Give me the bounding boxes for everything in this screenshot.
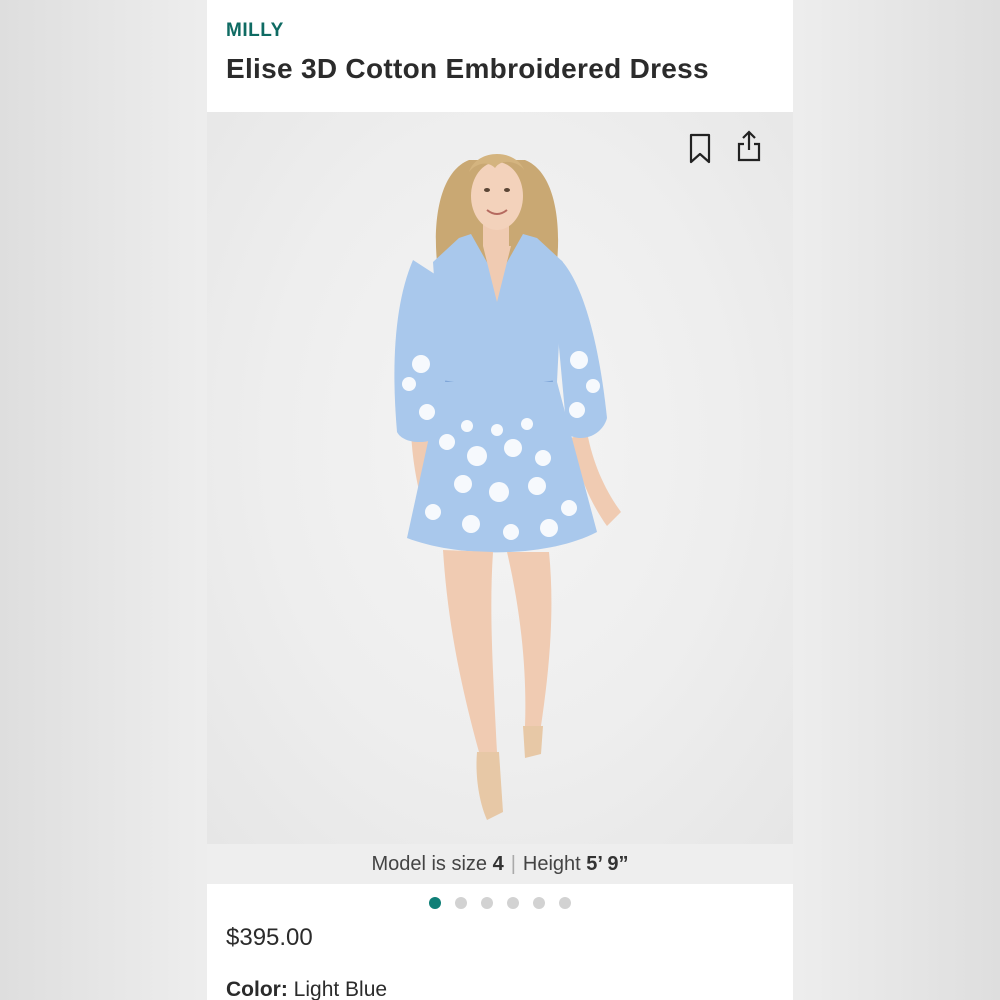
brand-name[interactable]: MILLY	[226, 20, 284, 42]
carousel-dot-1[interactable]	[429, 897, 441, 909]
bookmark-icon[interactable]	[689, 133, 711, 164]
color-value: Light Blue	[293, 978, 388, 1000]
carousel-dot-5[interactable]	[533, 897, 545, 909]
product-image-carousel[interactable]	[207, 112, 793, 844]
model-size-value: 4	[492, 852, 504, 875]
share-icon[interactable]	[737, 130, 761, 162]
product-image[interactable]	[207, 112, 793, 844]
product-title: Elise 3D Cotton Embroidered Dress	[226, 53, 709, 84]
model-height-value: 5’ 9”	[586, 852, 629, 875]
carousel-dots	[207, 894, 793, 912]
model-info-bar: Model is size 4 | Height 5’ 9”	[207, 844, 793, 884]
separator: |	[510, 852, 516, 875]
color-row: Color: Light Blue	[226, 978, 387, 1000]
model-height-label: Height	[522, 852, 587, 875]
product-screen: MILLY Elise 3D Cotton Embroidered Dress	[207, 0, 793, 1000]
carousel-dot-2[interactable]	[455, 897, 467, 909]
carousel-dot-3[interactable]	[481, 897, 493, 909]
carousel-dot-4[interactable]	[507, 897, 519, 909]
model-size-label: Model is size	[371, 852, 493, 875]
carousel-dot-6[interactable]	[559, 897, 571, 909]
product-header: MILLY Elise 3D Cotton Embroidered Dress	[207, 0, 793, 112]
product-price: $395.00	[226, 924, 313, 951]
color-label: Color:	[226, 978, 288, 1000]
